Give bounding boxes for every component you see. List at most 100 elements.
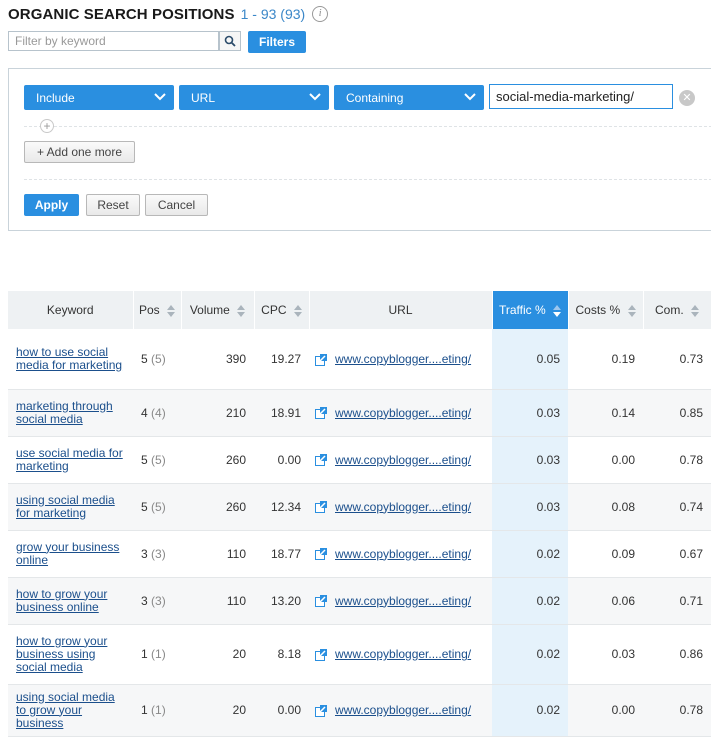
costs-cell: 0.00 (568, 436, 643, 484)
cpc-cell: 13.20 (254, 577, 309, 625)
column-com[interactable]: Com. (643, 291, 711, 329)
url-link[interactable]: www.copyblogger....eting/ (335, 500, 471, 514)
operator-select-label: Containing (346, 90, 404, 105)
chevron-down-icon (154, 93, 166, 101)
info-icon[interactable]: i (312, 6, 329, 22)
external-link-icon[interactable] (315, 704, 327, 717)
keyword-link[interactable]: how to grow your business online (16, 583, 125, 619)
volume-cell: 20 (181, 624, 254, 685)
pos-cell: 5 (5) (133, 329, 181, 390)
pos-cell: 5 (5) (133, 483, 181, 531)
keyword-cell: how to grow your business online (8, 577, 133, 625)
filters-button[interactable]: Filters (248, 31, 306, 53)
external-link-icon[interactable] (315, 648, 327, 661)
filter-value-input[interactable]: social-media-marketing/ (489, 84, 673, 109)
pos-previous: (1) (151, 703, 166, 717)
pos-previous: (5) (151, 452, 166, 467)
column-keyword[interactable]: Keyword (8, 291, 134, 329)
external-link-icon[interactable] (315, 353, 327, 366)
cpc-cell: 0.00 (254, 684, 309, 737)
keyword-link[interactable]: marketing through social media (16, 395, 125, 431)
url-link[interactable]: www.copyblogger....eting/ (335, 453, 471, 467)
keyword-link[interactable]: grow your business online (16, 536, 125, 572)
pos-previous: (5) (151, 499, 166, 514)
volume-cell: 210 (181, 389, 254, 437)
traffic-cell: 0.02 (492, 577, 568, 625)
external-link-icon[interactable] (315, 501, 327, 514)
volume-cell: 260 (181, 436, 254, 484)
traffic-cell: 0.02 (492, 624, 568, 685)
table-row: using social media for marketing 5 (5) 260… (8, 483, 711, 531)
operator-select[interactable]: Containing (334, 85, 484, 110)
costs-cell: 0.09 (568, 530, 643, 578)
field-select[interactable]: URL (179, 85, 329, 110)
volume-cell: 260 (181, 483, 254, 531)
include-select[interactable]: Include (24, 85, 174, 110)
reset-button[interactable]: Reset (86, 194, 140, 216)
keyword-link[interactable]: use social media for marketing (16, 442, 125, 478)
apply-button[interactable]: Apply (24, 194, 79, 216)
column-cpc[interactable]: CPC (254, 291, 310, 329)
url-link[interactable]: www.copyblogger....eting/ (335, 703, 471, 717)
field-select-label: URL (191, 90, 216, 105)
url-link[interactable]: www.copyblogger....eting/ (335, 352, 471, 366)
table-row: how to grow your business online 3 (3) 110… (8, 577, 711, 625)
pos-value: 5 (141, 452, 148, 467)
url-cell: www.copyblogger....eting/ (309, 483, 492, 531)
pos-previous: (3) (151, 593, 166, 608)
pos-value: 3 (141, 546, 148, 561)
cancel-button[interactable]: Cancel (145, 194, 208, 216)
add-one-more-button[interactable]: + Add one more (24, 141, 135, 163)
url-link[interactable]: www.copyblogger....eting/ (335, 594, 471, 608)
traffic-cell: 0.02 (492, 530, 568, 578)
keyword-link[interactable]: how to grow your business using social m… (16, 630, 125, 679)
keyword-link[interactable]: using social media for marketing (16, 489, 125, 525)
column-pos[interactable]: Pos (133, 291, 182, 329)
divider (24, 126, 711, 127)
sort-icon (627, 304, 636, 317)
keyword-link[interactable]: how to use social media for marketing (16, 341, 125, 377)
pos-previous: (4) (151, 405, 166, 420)
external-link-icon[interactable] (315, 548, 327, 561)
keyword-link[interactable]: using social media to grow your business (16, 686, 125, 735)
traffic-cell: 0.03 (492, 483, 568, 531)
url-link[interactable]: www.copyblogger....eting/ (335, 647, 471, 661)
traffic-cell: 0.03 (492, 436, 568, 484)
pos-previous: (3) (151, 546, 166, 561)
external-link-icon[interactable] (315, 595, 327, 608)
url-link[interactable]: www.copyblogger....eting/ (335, 406, 471, 420)
cpc-cell: 8.18 (254, 624, 309, 685)
com-cell: 0.78 (643, 436, 711, 484)
table-row: how to use social media for marketing 5 (… (8, 329, 711, 390)
column-traffic[interactable]: Traffic % (492, 291, 569, 329)
cpc-cell: 18.77 (254, 530, 309, 578)
column-volume[interactable]: Volume (181, 291, 255, 329)
cpc-cell: 0.00 (254, 436, 309, 484)
search-button[interactable] (219, 31, 241, 51)
com-cell: 0.67 (643, 530, 711, 578)
add-condition-icon[interactable]: + (40, 119, 54, 133)
column-url[interactable]: URL (309, 291, 493, 329)
column-costs[interactable]: Costs % (568, 291, 644, 329)
pos-cell: 1 (1) (133, 684, 181, 737)
keyword-cell: how to use social media for marketing (8, 329, 133, 390)
sort-icon (553, 304, 562, 317)
com-cell: 0.86 (643, 624, 711, 685)
com-cell: 0.85 (643, 389, 711, 437)
url-link[interactable]: www.copyblogger....eting/ (335, 547, 471, 561)
chevron-down-icon (309, 93, 321, 101)
url-cell: www.copyblogger....eting/ (309, 436, 492, 484)
pos-value: 5 (141, 351, 148, 366)
sort-icon (293, 304, 302, 317)
keyword-cell: using social media for marketing (8, 483, 133, 531)
keyword-filter-input[interactable] (8, 31, 219, 51)
cpc-cell: 19.27 (254, 329, 309, 390)
external-link-icon[interactable] (315, 407, 327, 420)
costs-cell: 0.08 (568, 483, 643, 531)
url-cell: www.copyblogger....eting/ (309, 624, 492, 685)
keyword-cell: using social media to grow your business (8, 684, 133, 737)
clear-icon[interactable]: ✕ (679, 90, 695, 106)
external-link-icon[interactable] (315, 454, 327, 467)
pos-value: 3 (141, 593, 148, 608)
pos-value: 1 (141, 703, 148, 717)
